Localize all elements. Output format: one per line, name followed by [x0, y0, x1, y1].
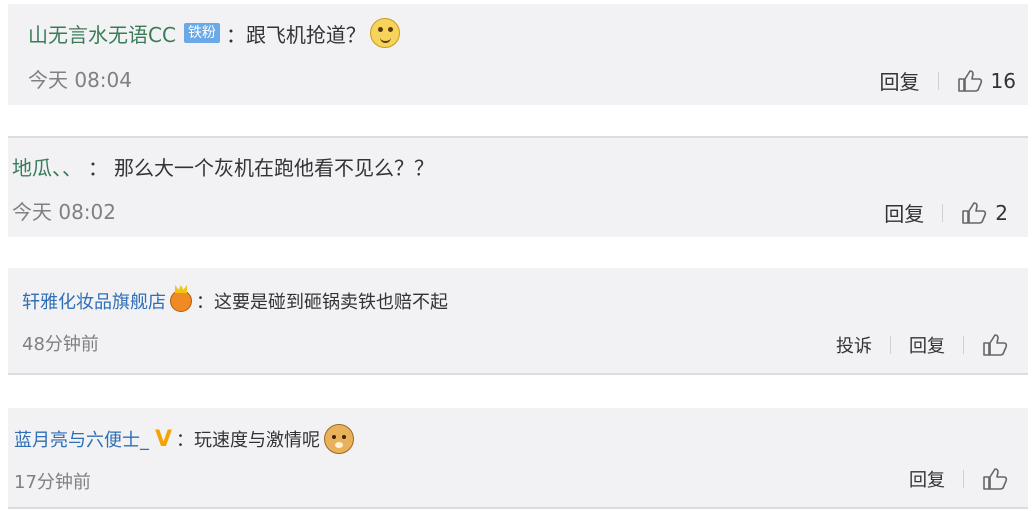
action-divider [942, 203, 944, 222]
comment-time: 今天 08:02 [12, 200, 116, 224]
comment-time: 17分钟前 [14, 472, 91, 493]
comment-actions: 投诉 回复 [836, 332, 1016, 358]
comment-item: 山无言水无语CC 铁粉 ： 跟飞机抢道？ 今天 08:04 回复 16 [8, 4, 1028, 105]
comment-item: 蓝月亮与六便士_ V ： 玩速度与激情呢 17分钟前 回复 [8, 408, 1028, 509]
comment-colon: ： [225, 22, 246, 47]
thumbs-up-icon[interactable] [957, 69, 983, 93]
fan-badge[interactable]: 铁粉 [183, 23, 220, 43]
action-divider [890, 336, 891, 354]
crown-badge-icon [170, 290, 192, 312]
comment-time: 48分钟前 [22, 334, 99, 355]
report-button[interactable]: 投诉 [836, 332, 872, 358]
smile-emoji-icon [369, 18, 400, 48]
comment-body: 地瓜、、 ： 那么大一个灰机在跑他看不见么？？ [12, 152, 434, 181]
comment-item: 地瓜、、 ： 那么大一个灰机在跑他看不见么？？ 今天 08:02 回复 2 [8, 136, 1028, 237]
reply-button[interactable]: 回复 [880, 66, 920, 95]
comment-text: 跟飞机抢道？ [245, 22, 366, 47]
action-divider [963, 336, 964, 354]
thumbs-up-icon[interactable] [961, 201, 987, 225]
comment-text: 这要是碰到砸锅卖铁也赔不起 [214, 292, 448, 313]
comment-body: 轩雅化妆品旗舰店 ： 这要是碰到砸锅卖铁也赔不起 [22, 288, 448, 314]
reply-button[interactable]: 回复 [909, 466, 945, 492]
comment-colon: ： [176, 430, 195, 451]
comment-username[interactable]: 蓝月亮与六便士_ [14, 426, 149, 452]
comment-username[interactable]: 山无言水无语CC [28, 19, 176, 48]
comment-username[interactable]: 地瓜、、 [12, 152, 82, 181]
thumbs-up-icon[interactable] [982, 467, 1008, 491]
thumbs-up-icon[interactable] [982, 333, 1008, 357]
like-count: 16 [990, 68, 1016, 93]
comment-text: 那么大一个灰机在跑他看不见么？？ [114, 156, 434, 180]
comment-actions: 回复 [909, 466, 1016, 492]
like-count: 2 [995, 200, 1008, 225]
action-divider [963, 470, 964, 488]
comment-username[interactable]: 轩雅化妆品旗舰店 [22, 288, 166, 314]
comment-time: 今天 08:04 [28, 68, 132, 92]
reply-button[interactable]: 回复 [909, 332, 945, 358]
comment-item: 轩雅化妆品旗舰店 ： 这要是碰到砸锅卖铁也赔不起 48分钟前 投诉 回复 [8, 268, 1028, 375]
comment-colon: ： [196, 292, 214, 313]
comment-body: 山无言水无语CC 铁粉 ： 跟飞机抢道？ [28, 18, 400, 48]
doge-emoji-icon [324, 424, 355, 454]
reply-button[interactable]: 回复 [884, 198, 924, 227]
comment-actions: 回复 16 [880, 66, 1016, 95]
action-divider [937, 71, 939, 90]
comment-body: 蓝月亮与六便士_ V ： 玩速度与激情呢 [14, 424, 355, 454]
comment-colon: ： [88, 156, 108, 180]
comment-text: 玩速度与激情呢 [194, 430, 321, 451]
comment-actions: 回复 2 [884, 198, 1008, 227]
vip-badge-icon: V [155, 426, 173, 452]
